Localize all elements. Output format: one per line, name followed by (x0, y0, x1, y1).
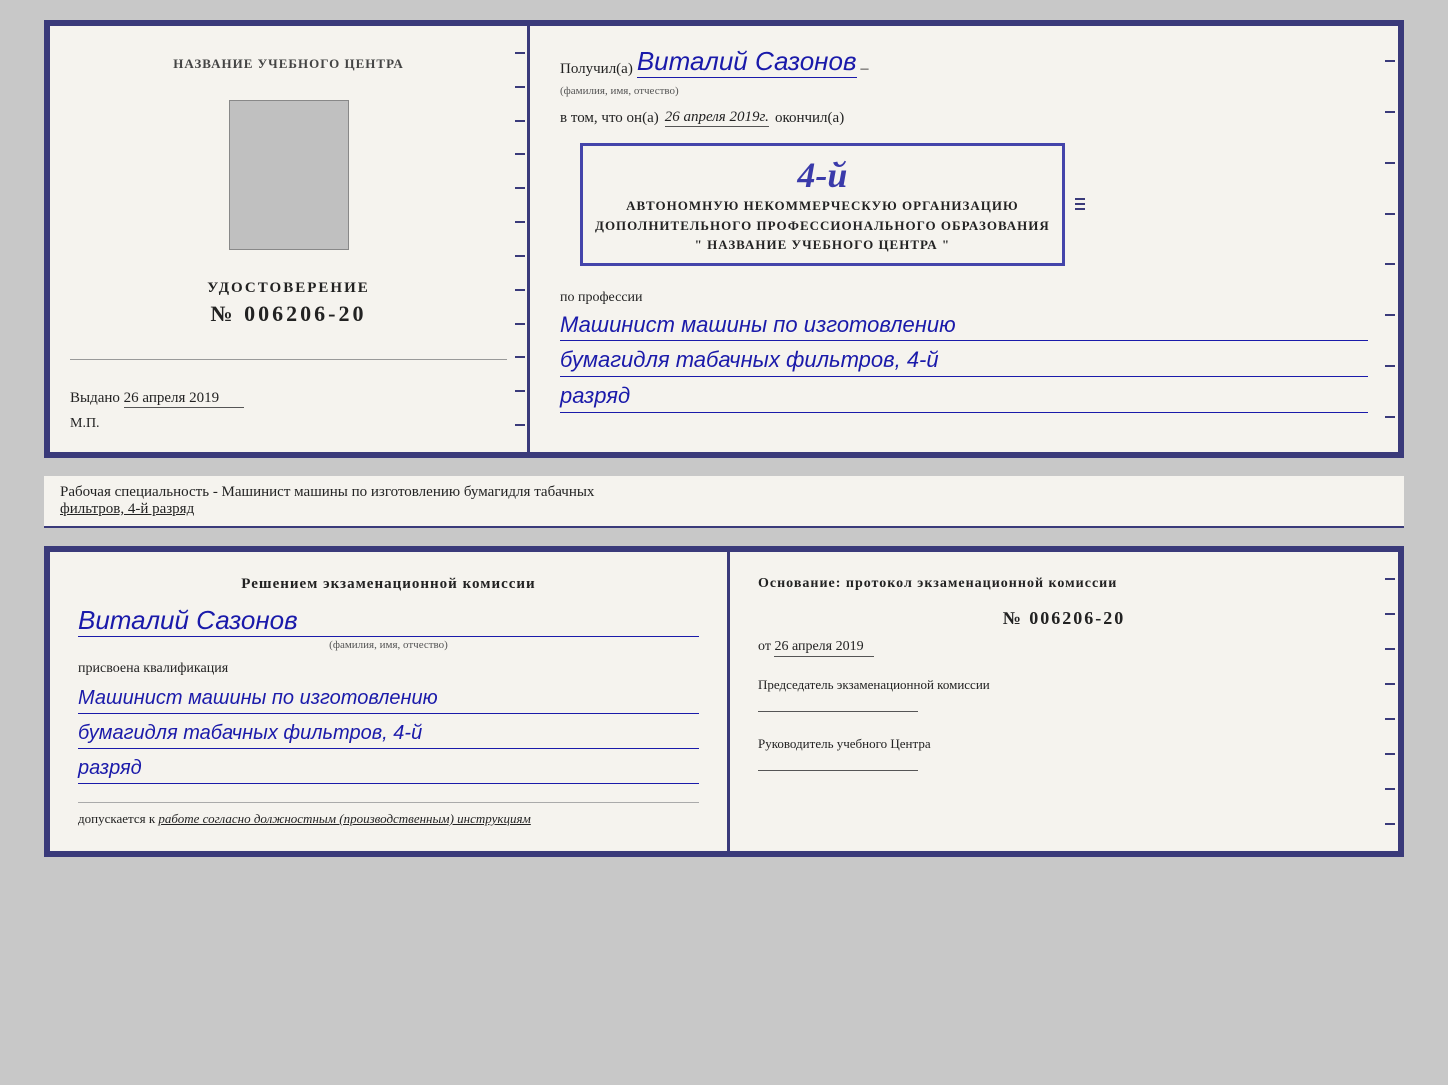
profession-label: по профессии (560, 290, 1368, 306)
border-decoration (509, 26, 527, 452)
top-cert-right: Получил(а) Виталий Сазонов – (фамилия, и… (530, 26, 1398, 452)
middle-text-main: Рабочая специальность - Машинист машины … (60, 484, 594, 500)
komissia-title: Решением экзаменационной комиссии (78, 576, 699, 593)
recipient-row: Получил(а) Виталий Сазонов – (фамилия, и… (560, 46, 1368, 99)
vtom-prefix: в том, что он(а) (560, 110, 659, 127)
top-certificate: НАЗВАНИЕ УЧЕБНОГО ЦЕНТРА УДОСТОВЕРЕНИЕ №… (44, 20, 1404, 458)
bottom-right-edge-decoration (1380, 552, 1398, 851)
допуск-text: работе согласно должностным (производств… (158, 811, 530, 826)
vtom-date: 26 апреля 2019г. (665, 109, 769, 127)
head-block: Руководитель учебного Центра (758, 736, 1370, 771)
recipient-subtext: (фамилия, имя, отчество) (560, 85, 679, 97)
chairman-block: Председатель экзаменационной комиссии (758, 677, 1370, 712)
recipient-name: Виталий Сазонов (637, 46, 857, 78)
issued-label: Выдано (70, 390, 120, 406)
training-center-label: НАЗВАНИЕ УЧЕБНОГО ЦЕНТРА (173, 56, 404, 80)
bottom-cert-right: Основание: протокол экзаменационной коми… (730, 552, 1398, 851)
head-label: Руководитель учебного Центра (758, 736, 1370, 752)
ot-date: от 26 апреля 2019 (758, 639, 1370, 657)
middle-text-underline: фильтров, 4-й разряд (60, 501, 194, 517)
top-cert-left: НАЗВАНИЕ УЧЕБНОГО ЦЕНТРА УДОСТОВЕРЕНИЕ №… (50, 26, 530, 452)
допускается-block: допускается к работе согласно должностны… (78, 802, 699, 827)
qualification-line3: разряд (78, 753, 699, 784)
ot-prefix: от (758, 639, 771, 654)
stamp-line2: ДОПОЛНИТЕЛЬНОГО ПРОФЕССИОНАЛЬНОГО ОБРАЗО… (595, 216, 1050, 236)
qualification-line1: Машинист машины по изготовлению (78, 683, 699, 714)
osnov-title: Основание: протокол экзаменационной коми… (758, 576, 1370, 592)
profession-line3: разряд (560, 381, 1368, 413)
qualification-line2: бумагидля табачных фильтров, 4-й (78, 718, 699, 749)
profession-line2: бумагидля табачных фильтров, 4-й (560, 345, 1368, 377)
bottom-person-name: Виталий Сазонов (78, 605, 699, 637)
ot-date-value: 26 апреля 2019 (774, 639, 874, 657)
issued-block: Выдано 26 апреля 2019 (70, 390, 507, 408)
cert-label: УДОСТОВЕРЕНИЕ (207, 280, 370, 297)
right-border-dashes (1075, 198, 1085, 210)
received-prefix: Получил(а) (560, 61, 633, 78)
cert-number: № 006206-20 (207, 301, 370, 327)
issued-date: 26 апреля 2019 (124, 390, 244, 408)
photo-placeholder (229, 100, 349, 250)
stamp-line3: " НАЗВАНИЕ УЧЕБНОГО ЦЕНТРА " (595, 235, 1050, 255)
stamp-number: 4-й (595, 154, 1050, 196)
chairman-label: Председатель экзаменационной комиссии (758, 677, 1370, 693)
vtom-row: в том, что он(а) 26 апреля 2019г. окончи… (560, 109, 1368, 127)
bottom-certificate: Решением экзаменационной комиссии Витали… (44, 546, 1404, 857)
stamp-line1: АВТОНОМНУЮ НЕКОММЕРЧЕСКУЮ ОРГАНИЗАЦИЮ (595, 196, 1050, 216)
mp-label: М.П. (70, 416, 507, 432)
stamp-box: 4-й АВТОНОМНУЮ НЕКОММЕРЧЕСКУЮ ОРГАНИЗАЦИ… (580, 143, 1065, 266)
допуск-prefix: допускается к (78, 811, 155, 826)
dash: – (861, 60, 869, 78)
middle-text-block: Рабочая специальность - Машинист машины … (44, 476, 1404, 528)
right-edge-decoration (1380, 26, 1398, 452)
okончил-label: окончил(а) (775, 110, 844, 127)
head-signature-line (758, 770, 918, 771)
protocol-number: № 006206-20 (758, 608, 1370, 629)
bottom-cert-left: Решением экзаменационной комиссии Витали… (50, 552, 730, 851)
assigned-label: присвоена квалификация (78, 661, 699, 677)
profession-line1: Машинист машины по изготовлению (560, 310, 1368, 342)
bottom-person-subtext: (фамилия, имя, отчество) (78, 639, 699, 651)
chairman-signature-line (758, 711, 918, 712)
